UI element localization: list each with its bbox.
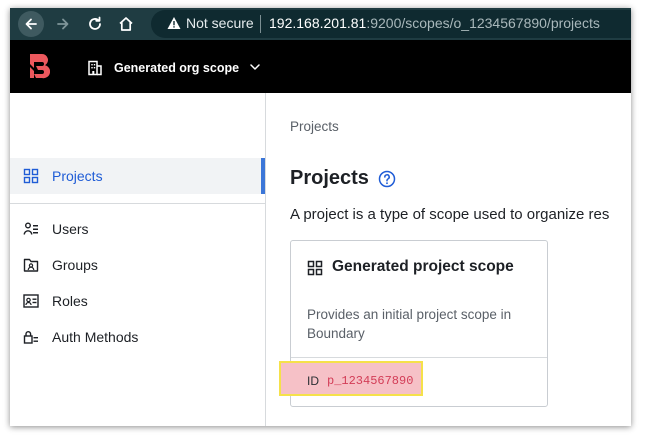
sidebar-item-groups[interactable]: Groups [10, 247, 265, 283]
page-title: Projects [290, 167, 369, 189]
reload-button[interactable] [82, 8, 108, 40]
grid-icon [307, 260, 323, 276]
project-id-badge[interactable]: ID p_1234567890 [279, 361, 423, 396]
chevron-down-icon [250, 64, 260, 70]
sidebar-item-label: Projects [52, 168, 103, 184]
sidebar-divider [10, 203, 265, 204]
sidebar-item-label: Roles [52, 293, 88, 309]
security-status[interactable]: Not secure [186, 15, 254, 31]
sidebar-item-auth-methods[interactable]: Auth Methods [10, 319, 265, 355]
project-card-title[interactable]: Generated project scope [332, 258, 514, 276]
page-description: A project is a type of scope used to org… [290, 206, 610, 223]
project-card-description: Provides an initial project scope in Bou… [307, 307, 512, 341]
warning-icon [167, 17, 181, 29]
org-scope-name: Generated org scope [114, 61, 240, 75]
users-icon [23, 222, 38, 235]
sidebar-item-label: Auth Methods [52, 329, 139, 345]
breadcrumb[interactable]: Projects [290, 119, 339, 134]
sidebar-item-users[interactable]: Users [10, 211, 265, 247]
auth-methods-icon [23, 331, 38, 344]
id-label: ID [307, 374, 319, 388]
url-path: :9200/scopes/o_1234567890/projects [366, 15, 600, 31]
url-text[interactable]: 192.168.201.81:9200/scopes/o_1234567890/… [269, 15, 600, 31]
grid-icon [23, 168, 39, 184]
sidebar-item-projects[interactable]: Projects [10, 158, 265, 194]
building-icon [88, 60, 102, 76]
back-arrow-icon [18, 11, 44, 37]
browser-window: Not secure 192.168.201.81:9200/scopes/o_… [10, 8, 631, 426]
sidebar-item-roles[interactable]: Roles [10, 283, 265, 319]
app-header: Generated org scope [10, 40, 631, 93]
project-card[interactable]: Generated project scope Provides an init… [279, 240, 548, 407]
id-value: p_1234567890 [327, 374, 414, 388]
groups-icon [23, 258, 39, 272]
sidebar: Projects Users Groups Roles Auth Methods [10, 93, 266, 426]
active-indicator [261, 158, 265, 194]
card-divider [291, 357, 547, 358]
roles-icon [23, 294, 39, 308]
help-icon[interactable] [378, 170, 396, 188]
url-host: 192.168.201.81 [269, 15, 367, 31]
sidebar-item-label: Groups [52, 257, 98, 273]
url-separator [260, 15, 261, 33]
boundary-logo-icon[interactable] [28, 53, 50, 79]
sidebar-item-label: Users [52, 221, 89, 237]
forward-arrow-icon [57, 18, 69, 30]
back-button[interactable] [18, 8, 44, 40]
browser-toolbar: Not secure 192.168.201.81:9200/scopes/o_… [10, 8, 631, 40]
home-icon [119, 17, 133, 31]
forward-button[interactable] [50, 8, 76, 40]
main-content: Projects Projects A project is a type of… [266, 93, 631, 426]
reload-icon [89, 16, 101, 30]
home-button[interactable] [113, 8, 139, 40]
